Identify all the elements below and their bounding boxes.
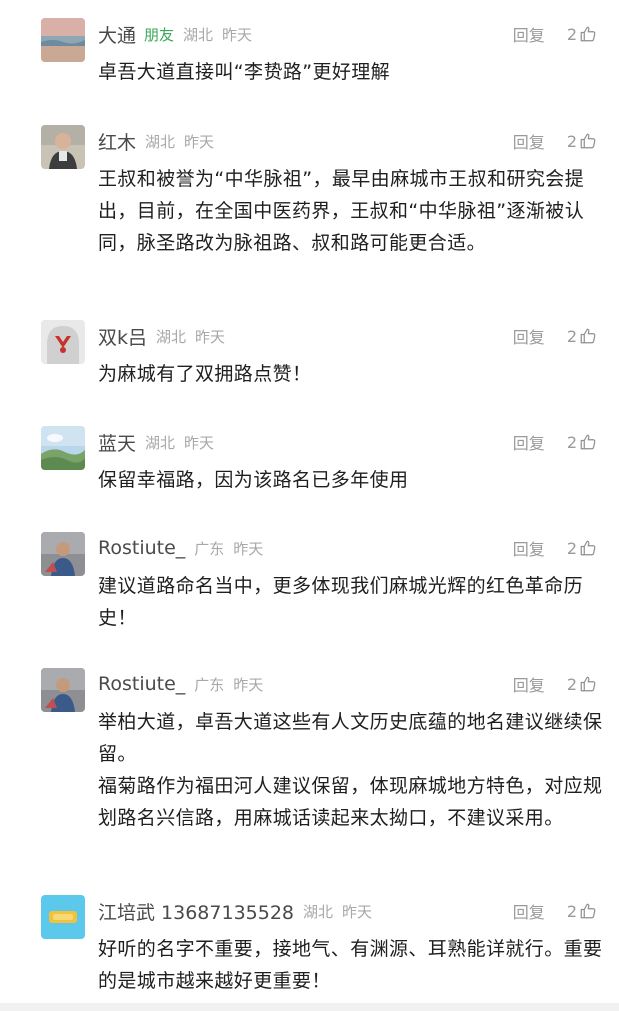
comment-paragraph: 建议道路命名当中，更多体现我们麻城光辉的红色革命历史！ xyxy=(98,575,584,629)
comment-text: 为麻城有了双拥路点赞！ xyxy=(98,358,603,390)
bottom-divider xyxy=(0,1003,619,1011)
location: 湖北 xyxy=(145,433,176,452)
commenter-name[interactable]: 蓝天 xyxy=(98,429,136,456)
location: 广东 xyxy=(194,539,225,558)
commenter-name[interactable]: 大通 xyxy=(98,21,136,48)
timestamp: 昨天 xyxy=(233,539,264,558)
reply-button[interactable]: 回复 xyxy=(513,324,545,348)
thumbs-up-icon[interactable] xyxy=(579,132,597,150)
comment-text: 好听的名字不重要，接地气、有渊源、耳熟能详就行。重要的是城市越来越好更重要！ xyxy=(98,933,603,997)
commenter-name[interactable]: Rostiute_ xyxy=(98,673,185,695)
thumbs-up-icon[interactable] xyxy=(579,539,597,557)
comment-actions: 回复 2 xyxy=(513,320,597,352)
comment-actions: 回复 2 xyxy=(513,125,597,157)
like-count: 2 xyxy=(566,326,577,346)
thumbs-up-icon[interactable] xyxy=(579,327,597,345)
thumbs-up-icon[interactable] xyxy=(579,675,597,693)
avatar[interactable] xyxy=(41,18,85,62)
location: 湖北 xyxy=(145,132,176,151)
comment-paragraph: 卓吾大道直接叫“李贽路”更好理解 xyxy=(98,61,391,83)
avatar[interactable] xyxy=(41,320,85,364)
location: 湖北 xyxy=(156,327,187,346)
reply-button[interactable]: 回复 xyxy=(513,672,545,696)
thumbs-up-icon[interactable] xyxy=(579,25,597,43)
comment-paragraph: 王叔和被誉为“中华脉祖”，最早由麻城市王叔和研究会提出，目前，在全国中医药界，王… xyxy=(98,168,585,254)
like-count: 2 xyxy=(566,901,577,921)
commenter-name[interactable]: 红木 xyxy=(98,128,136,155)
timestamp: 昨天 xyxy=(184,132,215,151)
avatar[interactable] xyxy=(41,668,85,712)
comment-header: Rostiute_ 广东 昨天 xyxy=(98,668,263,700)
timestamp: 昨天 xyxy=(195,327,226,346)
friend-tag: 朋友 xyxy=(144,25,175,44)
reply-button[interactable]: 回复 xyxy=(513,536,545,560)
like-count: 2 xyxy=(566,24,577,44)
reply-button[interactable]: 回复 xyxy=(513,129,545,153)
comment-actions: 回复 2 xyxy=(513,426,597,458)
avatar[interactable] xyxy=(41,426,85,470)
comment-header: 蓝天 湖北 昨天 xyxy=(98,426,214,458)
commenter-name[interactable]: 双k吕 xyxy=(98,323,147,350)
comment-actions: 回复 2 xyxy=(513,18,597,50)
comment-paragraph: 举柏大道，卓吾大道这些有人文历史底蕴的地名建议继续保留。 xyxy=(98,711,603,765)
location: 湖北 xyxy=(183,25,214,44)
comment-paragraph: 好听的名字不重要，接地气、有渊源、耳熟能详就行。重要的是城市越来越好更重要！ xyxy=(98,938,603,992)
comment-header: 红木 湖北 昨天 xyxy=(98,125,214,157)
location: 湖北 xyxy=(303,902,334,921)
avatar[interactable] xyxy=(41,895,85,939)
timestamp: 昨天 xyxy=(184,433,215,452)
comment-paragraph: 为麻城有了双拥路点赞！ xyxy=(98,363,312,385)
avatar[interactable] xyxy=(41,532,85,576)
timestamp: 昨天 xyxy=(222,25,253,44)
timestamp: 昨天 xyxy=(342,902,373,921)
thumbs-up-icon[interactable] xyxy=(579,433,597,451)
comment-text: 保留幸福路，因为该路名已多年使用 xyxy=(98,464,603,496)
like-count: 2 xyxy=(566,538,577,558)
timestamp: 昨天 xyxy=(233,675,264,694)
comment-text: 王叔和被誉为“中华脉祖”，最早由麻城市王叔和研究会提出，目前，在全国中医药界，王… xyxy=(98,163,603,259)
comment-text: 举柏大道，卓吾大道这些有人文历史底蕴的地名建议继续保留。 福菊路作为福田河人建议… xyxy=(98,706,603,834)
comment-header: 江培武 13687135528 湖北 昨天 xyxy=(98,895,372,927)
like-count: 2 xyxy=(566,432,577,452)
commenter-name[interactable]: Rostiute_ xyxy=(98,537,185,559)
avatar[interactable] xyxy=(41,125,85,169)
comment-actions: 回复 2 xyxy=(513,668,597,700)
reply-button[interactable]: 回复 xyxy=(513,899,545,923)
comment-header: 大通 朋友 湖北 昨天 xyxy=(98,18,252,50)
thumbs-up-icon[interactable] xyxy=(579,902,597,920)
location: 广东 xyxy=(194,675,225,694)
comment-paragraph: 保留幸福路，因为该路名已多年使用 xyxy=(98,469,409,491)
reply-button[interactable]: 回复 xyxy=(513,22,545,46)
reply-button[interactable]: 回复 xyxy=(513,430,545,454)
like-count: 2 xyxy=(566,131,577,151)
comment-header: Rostiute_ 广东 昨天 xyxy=(98,532,263,564)
comment-header: 双k吕 湖北 昨天 xyxy=(98,320,225,352)
comment-actions: 回复 2 xyxy=(513,532,597,564)
comment-text: 卓吾大道直接叫“李贽路”更好理解 xyxy=(98,56,603,88)
comment-paragraph: 福菊路作为福田河人建议保留，体现麻城地方特色，对应规划路名兴信路，用麻城话读起来… xyxy=(98,775,603,829)
comment-actions: 回复 2 xyxy=(513,895,597,927)
comment-text: 建议道路命名当中，更多体现我们麻城光辉的红色革命历史！ xyxy=(98,570,603,634)
like-count: 2 xyxy=(566,674,577,694)
commenter-name[interactable]: 江培武 13687135528 xyxy=(98,898,294,925)
